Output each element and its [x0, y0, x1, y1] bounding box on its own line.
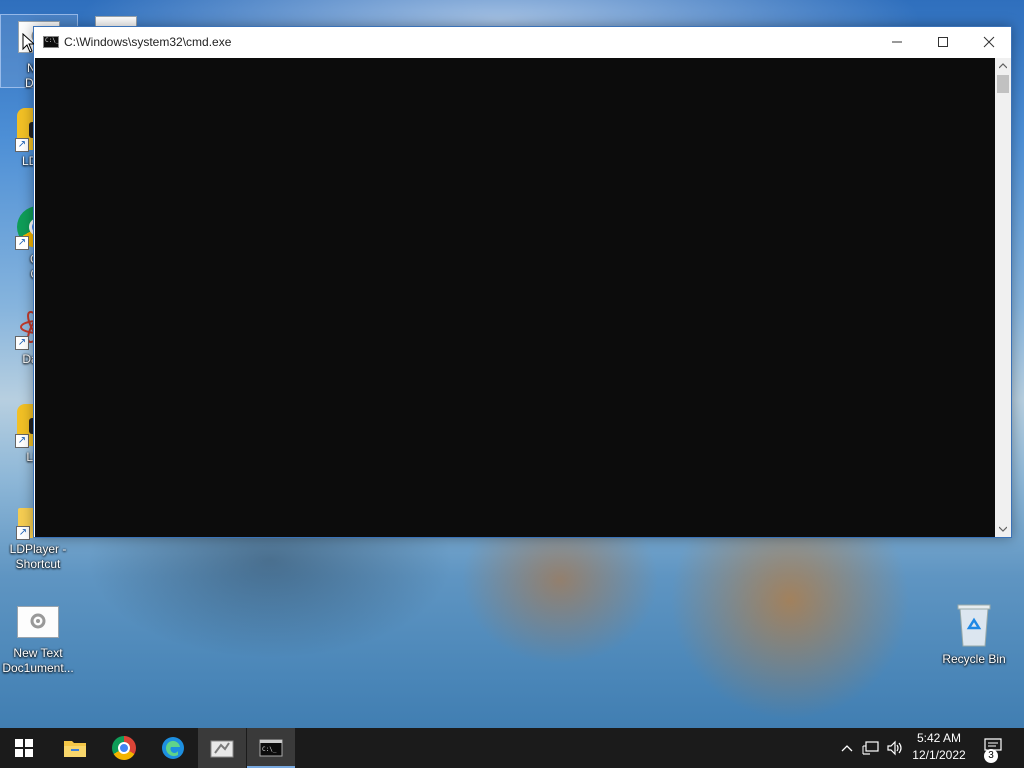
- scroll-down-button[interactable]: [995, 521, 1011, 537]
- mouse-cursor-icon: [22, 33, 34, 53]
- scroll-thumb[interactable]: [997, 75, 1009, 93]
- taskbar-file-explorer[interactable]: [51, 728, 99, 768]
- edge-icon: [162, 737, 184, 759]
- chevron-up-icon: [999, 63, 1007, 69]
- taskbar-chrome[interactable]: [100, 728, 148, 768]
- show-hidden-icons-button[interactable]: [836, 728, 858, 768]
- recycle-bin-icon: [954, 602, 994, 648]
- taskbar-edge[interactable]: [149, 728, 197, 768]
- desktop-icon-label: LDPlayer - Shortcut: [9, 542, 67, 571]
- network-icon: [862, 741, 879, 755]
- windows-logo-icon: [15, 739, 33, 757]
- shortcut-arrow-icon: ↗: [15, 236, 29, 250]
- minimize-icon: [892, 41, 902, 43]
- folder-icon: [64, 741, 86, 757]
- tools-app-icon: [210, 740, 234, 758]
- cmd-window[interactable]: C:\Windows\system32\cmd.exe: [33, 26, 1012, 538]
- close-icon: [983, 36, 995, 48]
- clock-time: 5:42 AM: [916, 731, 962, 745]
- maximize-icon: [938, 37, 948, 47]
- maximize-button[interactable]: [920, 27, 966, 57]
- close-button[interactable]: [966, 27, 1012, 57]
- desktop-icon-label: New Text Doc1ument...: [2, 646, 74, 675]
- svg-text:C:\_: C:\_: [262, 746, 277, 753]
- taskbar: C:\_ 5:42 AM 12/1/2022 3: [0, 728, 1024, 768]
- shortcut-arrow-icon: ↗: [15, 138, 29, 152]
- start-button[interactable]: [0, 728, 48, 768]
- console-output[interactable]: [35, 58, 995, 537]
- shortcut-arrow-icon: ↗: [15, 336, 29, 350]
- cmd-icon: C:\_: [259, 739, 283, 757]
- shortcut-arrow-icon: ↗: [15, 434, 29, 448]
- notification-count-badge: 3: [984, 748, 998, 763]
- minimize-button[interactable]: [874, 27, 920, 57]
- title-bar[interactable]: C:\Windows\system32\cmd.exe: [34, 27, 1011, 57]
- taskbar-cmd[interactable]: C:\_: [247, 728, 295, 768]
- desktop-icon-label: Recycle Bin: [942, 652, 1006, 666]
- shortcut-arrow-icon: ↗: [16, 526, 30, 540]
- clock-date: 12/1/2022: [912, 748, 966, 762]
- desktop-icon-recycle-bin[interactable]: Recycle Bin: [936, 602, 1012, 667]
- chevron-down-icon: [999, 526, 1007, 532]
- notification-icon: 3: [984, 737, 1002, 763]
- chrome-icon: [112, 736, 136, 760]
- window-title: C:\Windows\system32\cmd.exe: [64, 35, 232, 49]
- taskbar-settings-app[interactable]: [198, 728, 246, 768]
- cmd-app-icon[interactable]: [43, 36, 59, 48]
- chevron-up-icon: [841, 745, 853, 752]
- desktop-icon-new-text-document[interactable]: New Text Doc1ument...: [0, 600, 76, 676]
- vertical-scrollbar[interactable]: [995, 58, 1011, 537]
- document-icon: [17, 606, 59, 638]
- taskbar-clock[interactable]: 5:42 AM 12/1/2022: [898, 730, 980, 764]
- scroll-up-button[interactable]: [995, 58, 1011, 74]
- action-center-button[interactable]: 3: [980, 728, 1006, 768]
- network-button[interactable]: [860, 728, 882, 768]
